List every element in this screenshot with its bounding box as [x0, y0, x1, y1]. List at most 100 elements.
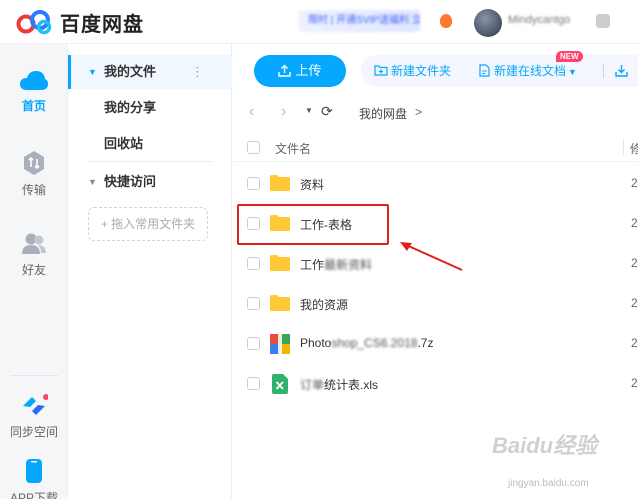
sidebar-item-label: 我的分享	[104, 100, 157, 115]
download-icon	[615, 65, 628, 77]
archive-icon	[270, 334, 290, 354]
avatar[interactable]	[474, 9, 502, 37]
sidebar-divider	[88, 161, 212, 162]
table-row[interactable]: 资料 2	[233, 164, 638, 204]
back-icon[interactable]: ‹	[249, 104, 254, 120]
cloud-icon	[20, 71, 48, 90]
row-checkbox[interactable]	[247, 377, 260, 390]
fire-icon[interactable]	[440, 14, 452, 28]
breadcrumb-root[interactable]: 我的网盘	[359, 105, 407, 122]
file-name-prefix: Photo	[300, 336, 332, 350]
nav-home[interactable]: 首页	[0, 70, 68, 114]
row-checkbox[interactable]	[247, 257, 260, 270]
new-online-doc-label: 新建在线文档	[494, 64, 567, 78]
file-name[interactable]: 工作最新资料	[300, 256, 372, 273]
sync-icon	[23, 394, 48, 415]
file-name[interactable]: 订单统计表.xls	[300, 376, 378, 393]
nav-friends[interactable]: 好友	[0, 232, 68, 278]
watermark-logo: Baidu经验	[492, 433, 598, 458]
nav-transfer-label: 传输	[21, 183, 46, 197]
sidebar-item-my-share[interactable]: 我的分享	[68, 91, 232, 125]
nav-friends-label: 好友	[21, 263, 46, 277]
file-name-redacted: 订单	[300, 378, 325, 392]
table-row[interactable]: 订单统计表.xls 2	[233, 364, 638, 404]
select-all-checkbox[interactable]	[247, 141, 260, 154]
nav-app-download-label: APP下载	[9, 491, 58, 499]
column-name-header[interactable]: 文件名	[275, 140, 311, 157]
phone-icon	[26, 459, 42, 483]
promo-banner[interactable]: 限时 | 开通SVIP送福利 立即抢购	[298, 10, 420, 32]
folder-icon	[270, 255, 290, 271]
file-name-redacted: shop_CS6.2018	[331, 336, 418, 350]
transfer-icon	[24, 151, 44, 175]
folder-icon	[270, 295, 290, 311]
sidebar-item-label: 我的文件	[104, 64, 157, 79]
sidebar-item-my-files[interactable]: ▼ 我的文件 ⋮	[68, 55, 232, 89]
file-date: 2	[631, 336, 638, 350]
column-separator	[623, 139, 624, 155]
document-icon	[479, 64, 490, 77]
annotation-arrow-icon	[400, 242, 463, 271]
more-icon[interactable]: ⋮	[191, 55, 204, 89]
file-name-extension: .7z	[417, 336, 434, 350]
nav-home-label: 首页	[21, 99, 46, 113]
app-window: 百度网盘 限时 | 开通SVIP送福利 立即抢购 Mindycantgo 首页 …	[0, 0, 638, 499]
toolbar: 上传 新建文件夹 新建在线文档 ▼ NEW	[233, 44, 638, 100]
file-name[interactable]: 资料	[300, 176, 324, 193]
file-date: 2	[631, 176, 638, 190]
new-folder-button[interactable]: 新建文件夹	[374, 55, 451, 87]
table-row[interactable]: 我的资源 2	[233, 284, 638, 324]
file-sidebar: ▼ 我的文件 ⋮ 我的分享 回收站 ▼ 快捷访问 + 拖入常用文件夹	[68, 44, 232, 499]
caret-down-icon[interactable]: ▼	[88, 165, 97, 199]
excel-icon	[272, 374, 288, 394]
vip-icon[interactable]	[596, 14, 610, 28]
breadcrumb-separator: >	[415, 105, 423, 119]
row-checkbox[interactable]	[247, 177, 260, 190]
new-badge: NEW	[556, 51, 583, 62]
forward-icon[interactable]: ›	[281, 104, 286, 120]
sidebar-item-label: 快捷访问	[104, 174, 157, 189]
file-name-redacted: 最新资料	[324, 258, 373, 272]
nav-transfer[interactable]: 传输	[0, 150, 68, 198]
file-name-visible: 工作	[300, 258, 325, 272]
new-folder-label: 新建文件夹	[391, 64, 452, 78]
caret-down-icon[interactable]: ▼	[88, 55, 97, 89]
path-bar: ‹ › ▼ ⟳ 我的网盘 >	[233, 100, 638, 126]
nav-sync-label: 同步空间	[9, 425, 58, 439]
file-name[interactable]: Photoshop_CS6.2018.7z	[300, 336, 433, 350]
sidebar-item-label: 回收站	[104, 136, 144, 151]
sidebar-item-recycle[interactable]: 回收站	[68, 127, 232, 161]
file-name[interactable]: 我的资源	[300, 296, 348, 313]
upload-button[interactable]: 上传	[254, 55, 346, 87]
table-row[interactable]: Photoshop_CS6.2018.7z 2	[233, 324, 638, 364]
file-date: 2	[631, 376, 638, 390]
row-checkbox[interactable]	[247, 337, 260, 350]
logo[interactable]: 百度网盘	[16, 8, 144, 36]
nav-sync[interactable]: 同步空间	[0, 394, 68, 440]
folder-icon	[270, 175, 290, 191]
table-header: 文件名 修	[233, 132, 638, 162]
sidebar-item-quick-access[interactable]: ▼ 快捷访问	[68, 165, 232, 199]
friends-icon	[22, 233, 46, 254]
highlight-box	[237, 204, 389, 245]
left-nav: 首页 传输 好友 同步空间 APP下载	[0, 44, 68, 499]
download-button[interactable]	[615, 55, 628, 87]
quick-access-dropzone[interactable]: + 拖入常用文件夹	[88, 207, 208, 241]
username[interactable]: Mindycantgo	[508, 14, 570, 26]
top-bar: 百度网盘 限时 | 开通SVIP送福利 立即抢购 Mindycantgo	[0, 0, 638, 44]
nav-app-download[interactable]: APP下载	[0, 458, 68, 499]
file-name-visible: 统计表.xls	[324, 378, 379, 392]
upload-icon	[278, 64, 292, 77]
upload-label: 上传	[295, 63, 322, 78]
watermark-url: jingyan.baidu.com	[508, 478, 589, 489]
brand-name: 百度网盘	[60, 13, 144, 36]
column-modified-header[interactable]: 修	[630, 140, 638, 157]
row-checkbox[interactable]	[247, 297, 260, 310]
file-date: 2	[631, 216, 638, 230]
nav-divider	[10, 375, 58, 376]
caret-down-icon: ▼	[568, 67, 577, 77]
baidu-netdisk-logo-icon	[16, 10, 52, 35]
file-date: 2	[631, 256, 638, 270]
history-dropdown-icon[interactable]: ▼	[305, 106, 313, 115]
refresh-icon[interactable]: ⟳	[321, 103, 333, 120]
